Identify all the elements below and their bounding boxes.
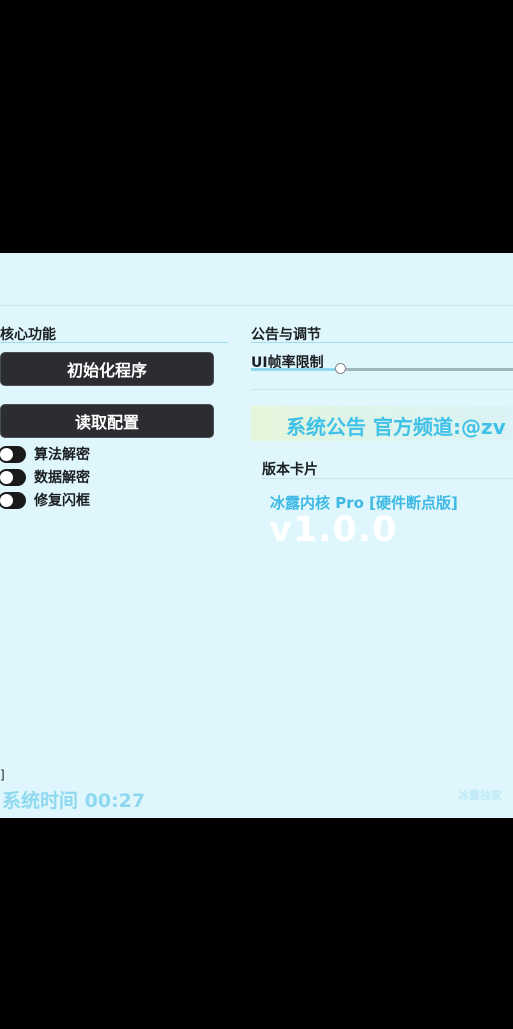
announce-adjust-title: 公告与调节 (251, 327, 321, 343)
read-config-button[interactable]: 读取配置 (0, 404, 214, 438)
app-window: 核心功能 初始化程序 读取配置 算法解密 数据解密 修复闪框 ] 系统时间 00… (0, 253, 513, 818)
fps-limit-slider-handle[interactable] (335, 363, 346, 374)
version-card-divider (262, 478, 513, 479)
bracket-text: ] (0, 768, 5, 782)
fix-flicker-switch[interactable] (0, 491, 26, 509)
right-divider (251, 389, 513, 390)
switch-knob (0, 447, 13, 461)
announcement-banner: 系统公告 官方频道:@zv (251, 406, 513, 441)
data-decrypt-switch[interactable] (0, 468, 26, 486)
switch-knob (0, 470, 13, 484)
algorithm-decrypt-label: 算法解密 (34, 447, 90, 463)
core-functions-divider (0, 342, 228, 343)
top-divider (0, 305, 513, 306)
fps-limit-slider[interactable] (251, 368, 513, 371)
announcement-text: 系统公告 官方频道:@zv (286, 415, 506, 439)
toggle-fix-flicker[interactable]: 修复闪框 (0, 490, 90, 510)
core-functions-title: 核心功能 (0, 327, 56, 343)
system-time: 系统时间 00:27 (2, 790, 146, 812)
fps-limit-slider-fill (251, 368, 341, 371)
data-decrypt-label: 数据解密 (34, 470, 90, 486)
algorithm-decrypt-switch[interactable] (0, 445, 26, 463)
init-program-button[interactable]: 初始化程序 (0, 352, 214, 386)
announce-adjust-divider (251, 342, 513, 343)
watermark-text: 冰露独家 (458, 789, 502, 802)
toggle-data-decrypt[interactable]: 数据解密 (0, 467, 90, 487)
switch-knob (0, 493, 13, 507)
toggle-algorithm-decrypt[interactable]: 算法解密 (0, 444, 90, 464)
version-card-title: 版本卡片 (262, 462, 318, 478)
fix-flicker-label: 修复闪框 (34, 493, 90, 509)
version-number: v1.0.0 (269, 510, 398, 550)
